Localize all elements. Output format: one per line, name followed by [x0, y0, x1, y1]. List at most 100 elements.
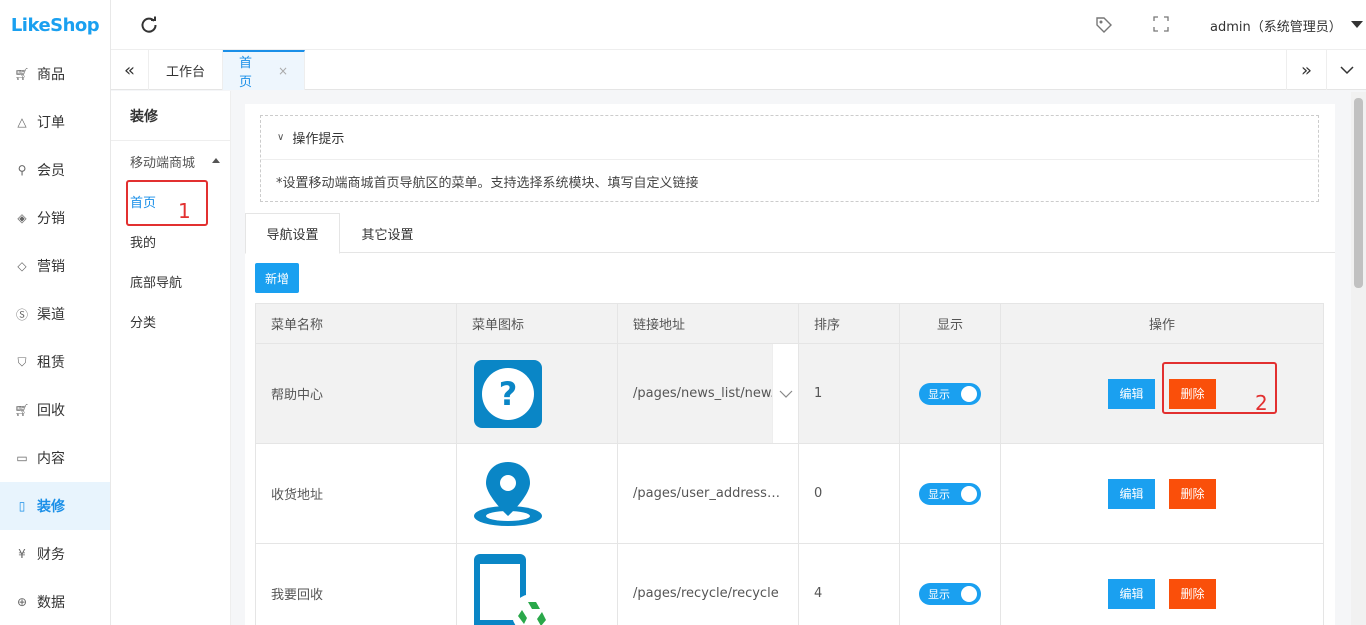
delete-button[interactable]: 删除 — [1169, 478, 1216, 509]
bell-icon: △ — [17, 115, 27, 129]
scroll-left-button[interactable]: « — [111, 50, 149, 90]
actions-cell: 编辑 删除 — [1001, 544, 1323, 625]
chevron-down-icon[interactable] — [1351, 21, 1363, 28]
tab-home[interactable]: 首页 × — [223, 50, 305, 90]
link-cell[interactable]: /pages/recycle/recycle — [618, 544, 799, 625]
sidebar-item-label: 数据 — [37, 595, 65, 611]
sidebar-item-label: 装修 — [37, 499, 65, 515]
submenu-item-category[interactable]: 分类 — [111, 301, 230, 341]
show-toggle[interactable]: 显示 — [919, 582, 981, 605]
sidebar-item-distribution[interactable]: ◈ 分销 — [0, 194, 110, 242]
show-cell: 显示 — [900, 544, 1001, 625]
chevron-down-icon: ∨ — [277, 132, 285, 143]
user-name[interactable]: admin（系统管理员） — [1210, 16, 1342, 35]
sidebar-item-orders[interactable]: △ 订单 — [0, 98, 110, 146]
link-cell[interactable]: /pages/user_address/... — [618, 444, 799, 543]
table-row: 我要回收 /pages/recycle/recycle 4 显示 编辑 删除 — [256, 544, 1323, 625]
help-icon[interactable]: ? — [472, 358, 544, 430]
link-cell[interactable]: /pages/news_list/new... — [618, 344, 799, 443]
sidebar-item-label: 渠道 — [37, 307, 65, 323]
menu-name: 帮助中心 — [256, 344, 457, 443]
logo[interactable]: LikeShop — [0, 0, 110, 50]
edit-button[interactable]: 编辑 — [1108, 478, 1155, 509]
annotation-number-2: 2 — [1255, 391, 1268, 415]
menu-name: 收货地址 — [256, 444, 457, 543]
chevron-down-icon — [1339, 66, 1354, 75]
column-header: 菜单名称 — [256, 304, 457, 343]
sidebar-item-decoration[interactable]: ▯ 装修 — [0, 482, 110, 530]
submenu-group-mobile[interactable]: 移动端商城 — [111, 141, 230, 181]
show-toggle[interactable]: 显示 — [919, 382, 981, 405]
hint-text: *设置移动端商城首页导航区的菜单。支持选择系统模块、填写自定义链接 — [276, 175, 699, 191]
tag-icon[interactable] — [1095, 16, 1113, 34]
sidebar-item-label: 商品 — [37, 67, 65, 83]
scrollbar[interactable] — [1351, 92, 1366, 625]
link-address: /pages/recycle/recycle — [633, 586, 779, 601]
menu-icon-cell: ? — [457, 344, 618, 443]
sidebar-item-label: 租赁 — [37, 355, 65, 371]
sidebar-item-marketing[interactable]: ◇ 营销 — [0, 242, 110, 290]
location-pin-icon[interactable] — [472, 458, 544, 530]
operation-hint: ∨ 操作提示 *设置移动端商城首页导航区的菜单。支持选择系统模块、填写自定义链接 — [260, 115, 1319, 202]
show-cell: 显示 — [900, 344, 1001, 443]
sidebar-item-lease[interactable]: ⛉ 租赁 — [0, 338, 110, 386]
sidebar-item-members[interactable]: ⚲ 会员 — [0, 146, 110, 194]
submenu-item-mine[interactable]: 我的 — [111, 221, 230, 261]
link-dropdown[interactable] — [772, 344, 798, 443]
sidebar-item-finance[interactable]: ¥ 财务 — [0, 530, 110, 578]
menu-table: 菜单名称 菜单图标 链接地址 排序 显示 操作 帮助中心 ? /pages/ne… — [255, 303, 1324, 625]
tabs-menu-button[interactable] — [1326, 50, 1366, 90]
layers-icon: ◈ — [17, 211, 27, 225]
toggle-label: 显示 — [928, 387, 950, 401]
menu-name: 我要回收 — [256, 544, 457, 625]
sidebar-item-label: 内容 — [37, 451, 65, 467]
tab-nav-settings[interactable]: 导航设置 — [245, 213, 340, 254]
coin-icon: Ⓢ — [15, 307, 28, 322]
edit-button[interactable]: 编辑 — [1108, 378, 1155, 409]
delete-button[interactable]: 删除 — [1169, 578, 1216, 609]
main-sidebar: LikeShop 🛒︎ 商品 △ 订单 ⚲ 会员 ◈ 分销 ◇ 营销 Ⓢ 渠道 ⛉ 租赁 🛒︎… — [0, 0, 111, 625]
actions-cell: 编辑 删除 — [1001, 444, 1323, 543]
toggle-knob — [961, 485, 977, 502]
close-icon[interactable]: × — [278, 64, 288, 78]
sidebar-item-recycle[interactable]: 🛒︎ 回收 — [0, 386, 110, 434]
scrollbar-thumb[interactable] — [1354, 98, 1363, 288]
double-chevron-right-icon: » — [1300, 59, 1312, 81]
hint-header[interactable]: ∨ 操作提示 — [261, 116, 1318, 160]
refresh-icon[interactable] — [139, 15, 159, 35]
sort-value: 4 — [799, 544, 900, 625]
sidebar-item-goods[interactable]: 🛒︎ 商品 — [0, 50, 110, 98]
scroll-right-button[interactable]: » — [1286, 50, 1326, 90]
phone-icon: ▯ — [18, 499, 26, 513]
cart-icon: 🛒︎ — [14, 67, 30, 81]
submenu-title: 装修 — [111, 91, 230, 141]
column-header: 链接地址 — [618, 304, 799, 343]
hint-title: 操作提示 — [292, 132, 345, 147]
toggle-label: 显示 — [928, 487, 950, 501]
edit-button[interactable]: 编辑 — [1108, 578, 1155, 609]
sidebar-item-data[interactable]: ⊕ 数据 — [0, 578, 110, 625]
add-button[interactable]: 新增 — [255, 263, 299, 293]
globe-icon: ⊕ — [16, 595, 28, 609]
sidebar-item-label: 营销 — [37, 259, 65, 275]
submenu-item-bottom-nav[interactable]: 底部导航 — [111, 261, 230, 301]
sidebar-item-label: 回收 — [37, 403, 65, 419]
link-address: /pages/news_list/new... — [633, 386, 783, 401]
sidebar-item-label: 财务 — [37, 547, 65, 563]
caret-up-icon — [212, 158, 220, 163]
menu-icon-cell — [457, 544, 618, 625]
yen-icon: ¥ — [18, 547, 26, 561]
sort-value: 0 — [799, 444, 900, 543]
sidebar-item-content[interactable]: ▭ 内容 — [0, 434, 110, 482]
fullscreen-icon[interactable] — [1153, 16, 1169, 32]
tab-workbench[interactable]: 工作台 — [150, 50, 223, 90]
phone-recycle-icon[interactable] — [472, 552, 554, 625]
sidebar-item-channel[interactable]: Ⓢ 渠道 — [0, 290, 110, 338]
sidebar-item-label: 会员 — [37, 163, 65, 179]
column-header: 显示 — [900, 304, 1001, 343]
annotation-number-1: 1 — [178, 199, 191, 223]
tab-other-settings[interactable]: 其它设置 — [340, 213, 435, 253]
show-toggle[interactable]: 显示 — [919, 482, 981, 505]
table-row: 收货地址 /pages/user_address/... 0 显示 编辑 删除 — [256, 444, 1323, 544]
sidebar-item-label: 分销 — [37, 211, 65, 227]
